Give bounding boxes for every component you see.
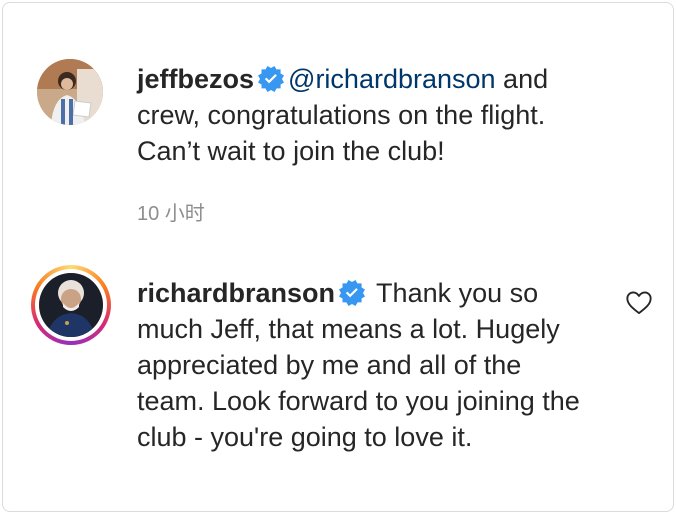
story-ring	[31, 265, 111, 345]
comment-username[interactable]: richardbranson	[137, 278, 335, 308]
avatar-jeffbezos[interactable]	[37, 59, 103, 125]
heart-outline-icon[interactable]	[625, 289, 653, 315]
verified-badge-icon	[339, 279, 366, 306]
mention-link[interactable]: @richardbranson	[288, 64, 496, 94]
avatar-photo	[39, 273, 103, 337]
comment-text: jeffbezos @richardbranson and crew, congr…	[137, 61, 607, 169]
comment-text: richardbranson Thank you so much Jeff, t…	[137, 275, 587, 455]
comment-timestamp: 10 小时	[137, 203, 205, 225]
avatar-richardbranson[interactable]	[31, 265, 111, 345]
avatar-image	[39, 273, 103, 337]
comments-card: jeffbezos @richardbranson and crew, congr…	[2, 2, 674, 512]
verified-badge-icon	[258, 65, 285, 92]
comment-username[interactable]: jeffbezos	[137, 64, 254, 94]
avatar-image	[37, 59, 103, 125]
avatar-photo	[37, 59, 103, 125]
